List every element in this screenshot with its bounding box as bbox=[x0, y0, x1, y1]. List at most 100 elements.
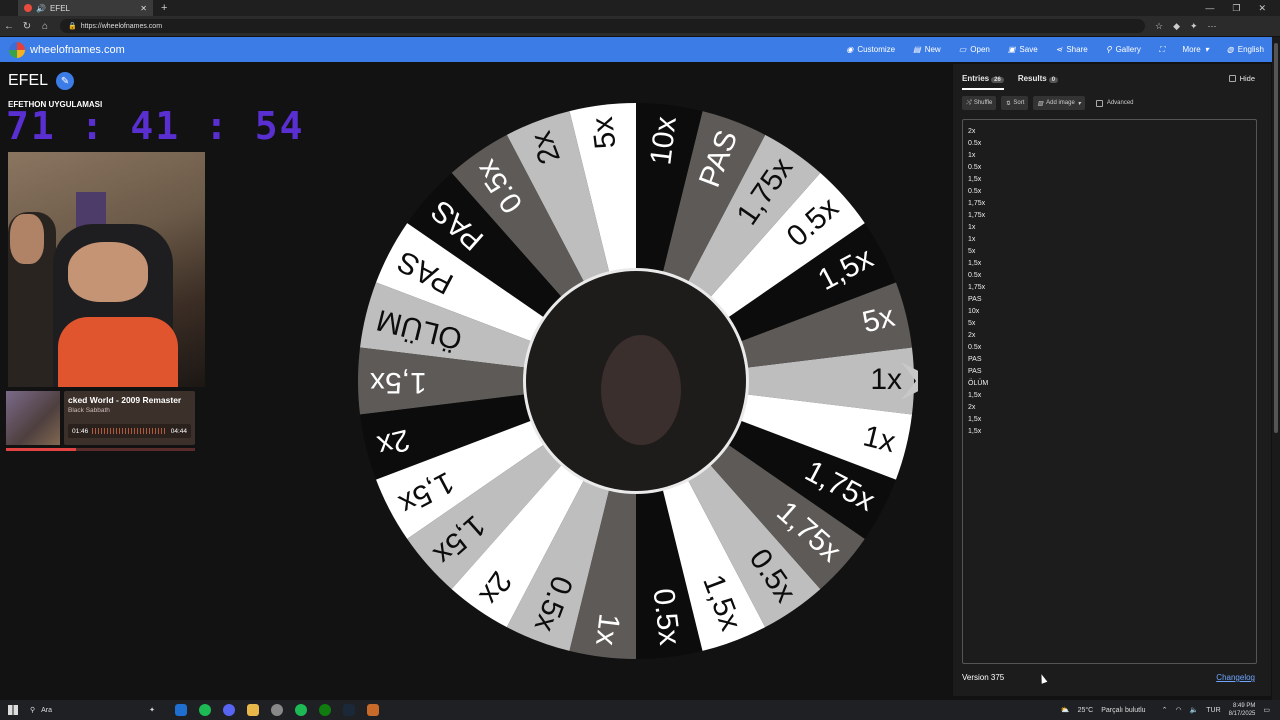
volume-icon[interactable]: 🔈 bbox=[1190, 706, 1199, 714]
spin-wheel[interactable]: 1x5x1,5x0.5x1,75xPAS10x5x2x0.5xPASPASÖLÜ… bbox=[356, 100, 918, 662]
page-scrollbar[interactable] bbox=[1272, 37, 1280, 700]
entry-line: 0.5x bbox=[968, 164, 982, 171]
discord-icon[interactable] bbox=[223, 704, 235, 716]
menu-dots-icon[interactable]: ⋯ bbox=[1208, 21, 1217, 32]
back-icon[interactable]: ← bbox=[0, 21, 18, 32]
app-icon[interactable] bbox=[271, 704, 283, 716]
wheel-logo-icon[interactable] bbox=[9, 41, 25, 58]
address-bar[interactable]: 🔒 https://wheelofnames.com bbox=[60, 19, 1145, 33]
more-button[interactable]: More ▾ bbox=[1183, 45, 1209, 55]
search-icon: ⚲ bbox=[30, 707, 36, 714]
entry-line: 2x bbox=[968, 404, 976, 411]
windows-start-icon[interactable] bbox=[8, 705, 18, 715]
close-window-icon[interactable]: ✕ bbox=[1258, 3, 1266, 14]
share-icon: ⋖ bbox=[1055, 45, 1063, 54]
weather-icon[interactable]: ⛅ bbox=[1061, 706, 1070, 714]
spotify-icon[interactable] bbox=[199, 704, 211, 716]
puzzle-icon[interactable]: ✦ bbox=[1190, 21, 1198, 32]
xbox-icon[interactable] bbox=[319, 704, 331, 716]
url-text: https://wheelofnames.com bbox=[80, 22, 163, 30]
advanced-checkbox[interactable] bbox=[1095, 99, 1103, 107]
new-button[interactable]: ▤ New bbox=[913, 45, 941, 55]
open-button[interactable]: ▭ Open bbox=[959, 45, 990, 55]
language-button[interactable]: ◍ English bbox=[1227, 45, 1264, 55]
wheel-slice-label: 1x bbox=[589, 612, 626, 647]
tab-results[interactable]: Results 0 bbox=[1017, 74, 1059, 90]
star-icon[interactable]: ☆ bbox=[1155, 21, 1163, 32]
browser-tab[interactable]: 🔊 EFEL ✕ bbox=[18, 0, 153, 16]
clock[interactable]: 8:49 PM 8/17/2025 bbox=[1229, 702, 1256, 718]
changelog-link[interactable]: Changelog bbox=[1216, 673, 1255, 682]
playback-bar: 01:46 04:44 bbox=[68, 424, 191, 438]
copilot-icon[interactable]: ✦ bbox=[149, 706, 155, 714]
panel-tabs: Entries 26 Results 0 bbox=[962, 74, 1059, 90]
weather-desc[interactable]: Parçalı bulutlu bbox=[1101, 707, 1145, 714]
new-tab-icon[interactable]: + bbox=[161, 2, 167, 14]
pencil-icon: ✎ bbox=[60, 75, 70, 87]
lang-indicator[interactable]: TUR bbox=[1206, 707, 1220, 714]
save-icon: ▣ bbox=[1007, 45, 1016, 54]
fullscreen-button[interactable]: ⛶ bbox=[1159, 45, 1165, 55]
shuffle-icon: ⤮ bbox=[966, 99, 971, 106]
entries-panel: Entries 26 Results 0 Hide ⤮ Shuffle ⇅ Sort ▨… bbox=[953, 64, 1271, 696]
entry-line: 1,75x bbox=[968, 284, 986, 291]
countdown-timer: 71 : 41 : 54 bbox=[6, 104, 305, 148]
close-icon[interactable]: ✕ bbox=[140, 4, 147, 13]
restore-icon[interactable]: ❐ bbox=[1232, 3, 1240, 14]
reload-icon[interactable]: ↻ bbox=[18, 21, 36, 32]
spotify-2-icon[interactable] bbox=[295, 704, 307, 716]
hide-label: Hide bbox=[1239, 74, 1255, 83]
wifi-icon[interactable]: ◠ bbox=[1175, 706, 1181, 714]
entry-line: 0.5x bbox=[968, 188, 982, 195]
sort-button[interactable]: ⇅ Sort bbox=[1001, 96, 1029, 110]
notification-icon[interactable]: ▭ bbox=[1263, 706, 1270, 714]
entry-line: 0.5x bbox=[968, 140, 982, 147]
hide-checkbox[interactable] bbox=[1228, 75, 1236, 82]
share-button[interactable]: ⋖ Share bbox=[1056, 45, 1088, 55]
obs-icon[interactable] bbox=[367, 704, 379, 716]
window-controls: — ❐ ✕ bbox=[1205, 3, 1280, 14]
weather-temp[interactable]: 25°C bbox=[1078, 707, 1094, 714]
results-count-badge: 0 bbox=[1048, 77, 1059, 83]
brand-name[interactable]: wheelofnames.com bbox=[30, 44, 125, 56]
taskbar-search[interactable]: ⚲ Ara ✦ bbox=[30, 703, 155, 717]
advanced-toggle[interactable]: Advanced bbox=[1095, 96, 1134, 110]
scrollbar-thumb[interactable] bbox=[1274, 43, 1278, 433]
lock-icon: 🔒 bbox=[68, 23, 77, 30]
taskbar-apps bbox=[175, 704, 379, 716]
tab-results-label: Results bbox=[1017, 74, 1047, 83]
shuffle-button[interactable]: ⤮ Shuffle bbox=[962, 96, 997, 110]
entries-textarea[interactable]: 2x 0.5x 1x 0.5x 1,5x 0.5x 1,75x 1,75x 1x 1x 5x 1,5x… bbox=[962, 119, 1257, 664]
steam-icon[interactable] bbox=[343, 704, 355, 716]
tab-entries[interactable]: Entries 26 bbox=[962, 74, 1004, 90]
image-icon: ▨ bbox=[1037, 100, 1044, 107]
home-icon[interactable]: ⌂ bbox=[36, 21, 54, 32]
entry-line: 1,5x bbox=[968, 176, 982, 183]
edit-title-button[interactable]: ✎ bbox=[56, 72, 75, 90]
entry-line: 5x bbox=[968, 248, 976, 255]
wheel-slice-label: 0.5x bbox=[646, 587, 686, 647]
speaker-icon[interactable]: 🔊 bbox=[36, 4, 46, 13]
os-taskbar: ⚲ Ara ✦ ⛅ 25°C Parçalı bulutlu ⌃ ◠ 🔈 TUR… bbox=[0, 700, 1280, 720]
minimize-icon[interactable]: — bbox=[1205, 3, 1214, 14]
clock-time: 8:49 PM bbox=[1233, 703, 1256, 709]
address-row: ← ↻ ⌂ 🔒 https://wheelofnames.com ☆ ◆ ✦ ⋯ bbox=[0, 16, 1280, 36]
person-face bbox=[68, 242, 148, 302]
wheel-title: EFEL bbox=[8, 72, 49, 89]
waveform bbox=[92, 428, 167, 434]
elapsed-time: 01:46 bbox=[72, 427, 89, 435]
entry-line: 2x bbox=[968, 332, 976, 339]
gallery-button[interactable]: ⚲ Gallery bbox=[1106, 45, 1141, 55]
add-image-button[interactable]: ▨ Add image ▾ bbox=[1033, 96, 1085, 110]
entry-line: 1,5x bbox=[968, 392, 982, 399]
chevron-up-icon[interactable]: ⌃ bbox=[1162, 706, 1168, 714]
extension-icon[interactable]: ◆ bbox=[1173, 21, 1180, 32]
entry-line: 0.5x bbox=[968, 344, 982, 351]
app-header: wheelofnames.com ◉ Customize ▤ New ▭ Open ▣… bbox=[0, 37, 1280, 62]
save-button[interactable]: ▣ Save bbox=[1008, 45, 1038, 55]
file-explorer-icon[interactable] bbox=[247, 704, 259, 716]
edge-icon[interactable] bbox=[175, 704, 187, 716]
customize-button[interactable]: ◉ Customize bbox=[846, 45, 895, 55]
entry-line: ÖLÜM bbox=[968, 380, 989, 387]
hide-toggle[interactable]: Hide bbox=[1228, 74, 1255, 83]
